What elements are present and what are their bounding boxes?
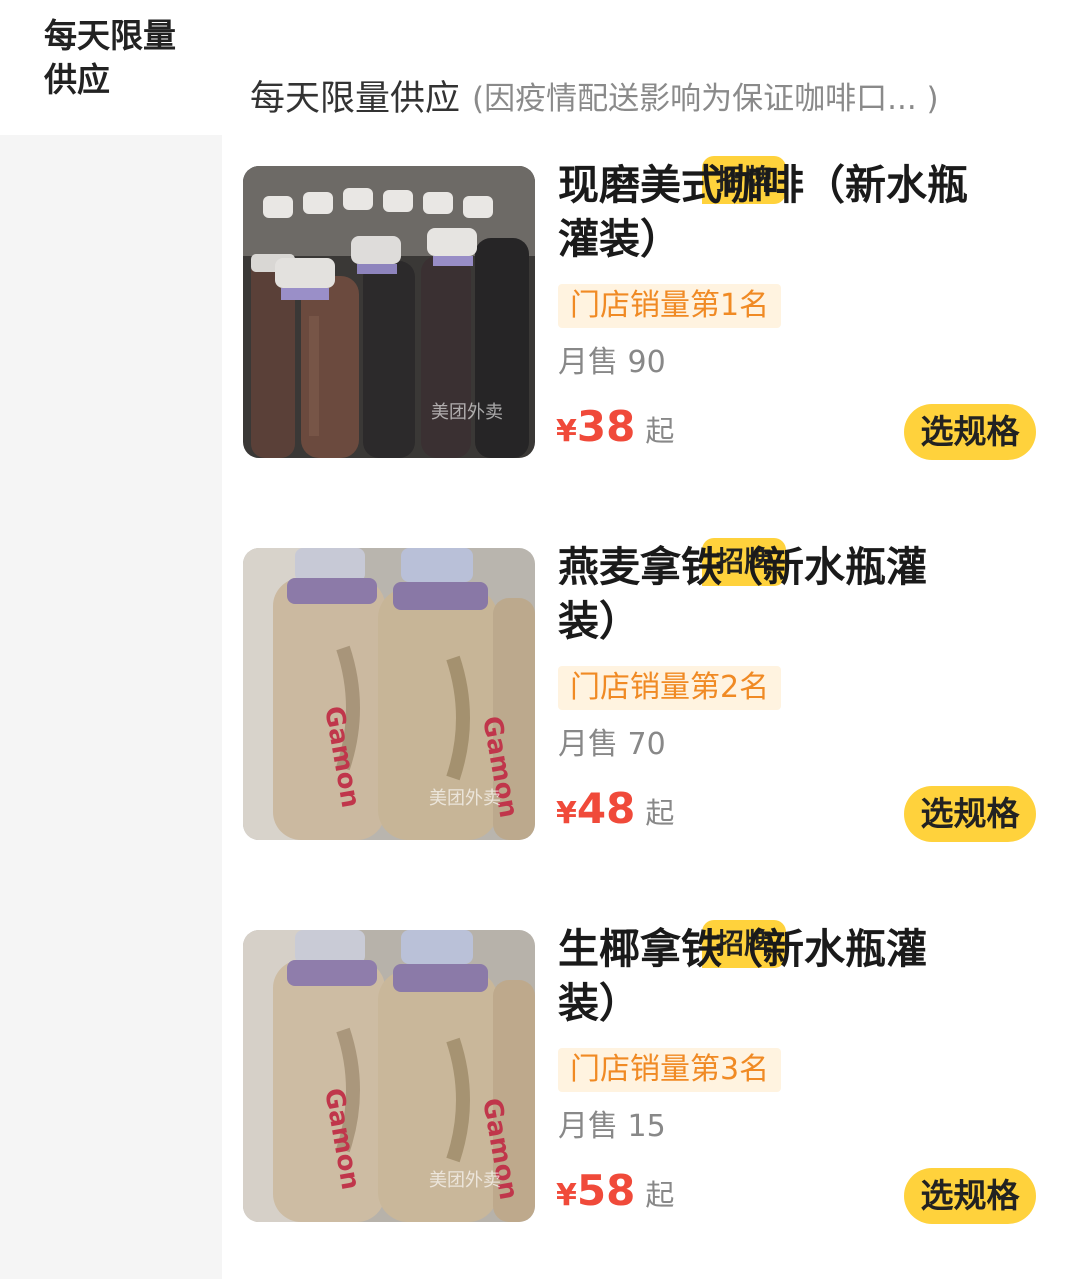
price-value: 38 [576,402,636,451]
product-image[interactable]: Gamon Gamon 美团外卖 [243,930,535,1222]
price-suffix: 起 [645,1178,675,1212]
category-sidebar [0,135,222,1279]
currency-symbol: ¥ [556,1178,577,1213]
sales-rank-tag: 门店销量第3名 [558,1048,782,1092]
svg-text:美团外卖: 美团外卖 [431,402,503,423]
price-suffix: 起 [645,796,675,830]
product-image[interactable]: Gamon Gamon 美团外卖 [243,548,535,840]
price-suffix: 起 [645,414,675,448]
product-price: ¥38 起 [556,402,674,451]
select-spec-button[interactable]: 选规格 [904,786,1036,842]
sidebar-item-label: 每天限量 供应 [44,16,176,99]
product-name[interactable]: 生椰拿铁（新水瓶灌装） [558,922,968,1030]
currency-symbol: ¥ [556,796,577,831]
select-spec-button[interactable]: 选规格 [904,1168,1036,1224]
monthly-sales: 月售 70 [558,727,666,762]
monthly-sales: 月售 90 [558,345,666,380]
svg-text:美团外卖: 美团外卖 [429,788,501,809]
product-name[interactable]: 现磨美式咖啡（新水瓶灌装） [558,158,968,266]
product-card[interactable]: Gamon Gamon 美团外卖 招牌 生椰拿铁（新水瓶灌装） 门店销量第3名 … [243,920,1043,1224]
select-spec-button[interactable]: 选规格 [904,404,1036,460]
product-name[interactable]: 燕麦拿铁（新水瓶灌装） [558,540,968,648]
monthly-sales: 月售 15 [558,1109,666,1144]
product-card[interactable]: Gamon Gamon 美团外卖 招牌 燕麦拿铁（新水瓶灌装） 门店销量第2名 … [243,538,1043,842]
section-note: (因疫情配送影响为保证咖啡口... ) [472,81,939,117]
sidebar-item-daily-limited[interactable]: 每天限量 供应 [44,14,214,102]
product-price: ¥48 起 [556,784,674,833]
product-price: ¥58 起 [556,1166,674,1215]
price-value: 48 [576,784,636,833]
section-header: 每天限量供应 (因疫情配送影响为保证咖啡口... ) [250,70,1080,120]
sales-rank-tag: 门店销量第1名 [558,284,782,328]
price-value: 58 [576,1166,636,1215]
currency-symbol: ¥ [556,414,577,449]
svg-text:美团外卖: 美团外卖 [429,1170,501,1191]
section-title: 每天限量供应 [250,79,461,119]
product-card[interactable]: 美团外卖 招牌 现磨美式咖啡（新水瓶灌装） 门店销量第1名 月售 90 ¥38 起… [243,156,1043,460]
sales-rank-tag: 门店销量第2名 [558,666,782,710]
product-image[interactable]: 美团外卖 [243,166,535,458]
